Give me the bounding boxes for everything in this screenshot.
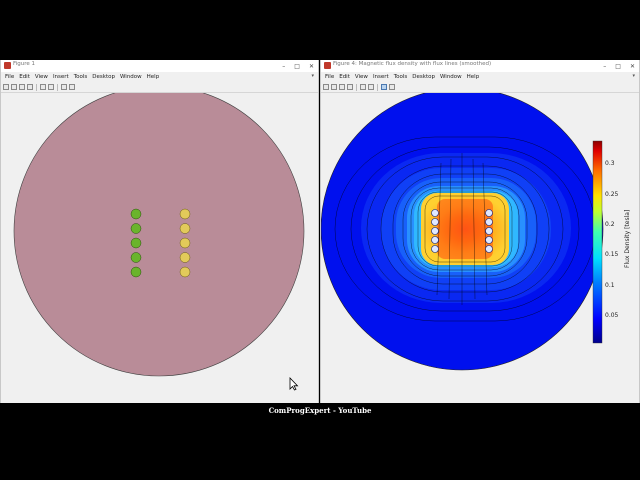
right-conductor [179,223,191,234]
coil-conductor [431,236,439,244]
maximize-button[interactable]: □ [615,63,621,70]
menu-file[interactable]: File [323,72,337,82]
menu-view[interactable]: View [353,72,371,82]
menu-edit[interactable]: Edit [17,72,33,82]
insert-colorbar-icon[interactable] [368,84,374,90]
menu-tools[interactable]: Tools [392,72,411,82]
colorbar-tick-label: 0.1 [605,282,615,289]
minimize-button[interactable]: – [282,63,285,70]
figure-4-window: Figure 4: Magnetic flux density with flu… [320,60,640,403]
figure-4-menubar: File Edit View Insert Tools Desktop Wind… [321,72,639,82]
flux-density-plot [321,93,603,370]
video-caption: ComProgExpert - YouTube [268,406,372,415]
coil-conductor [431,245,439,253]
maximize-button[interactable]: □ [294,63,300,70]
right-conductor [179,237,191,249]
new-figure-icon[interactable] [3,84,9,90]
right-conductor [179,252,191,263]
left-conductor [130,266,142,278]
coil-conductor [485,209,493,217]
menu-edit[interactable]: Edit [337,72,353,82]
coil-conductor [431,227,439,235]
field-band [437,199,493,259]
colorbar: 0.3 0.25 0.2 0.15 0.1 0.05 Flux Density … [592,140,631,344]
menu-window[interactable]: Window [118,72,145,82]
left-conductor [130,208,142,220]
toolbar-divider [356,83,357,91]
figure-4-toolbar [321,82,639,93]
minimize-button[interactable]: – [603,63,606,70]
colorbar-tick-label: 0.3 [605,160,615,167]
link-plot-icon[interactable] [360,84,366,90]
toolbar-divider [36,83,37,91]
right-conductor [179,208,191,220]
figure-1-menubar: File Edit View Insert Tools Desktop Wind… [1,72,318,82]
toolbar-divider [57,83,58,91]
menu-tools[interactable]: Tools [72,72,91,82]
right-conductor [179,266,191,278]
colorbar-tick-label: 0.15 [605,251,619,258]
figure-4-axes[interactable]: 0.3 0.25 0.2 0.15 0.1 0.05 Flux Density … [321,93,639,403]
figure-1-title: Figure 1 [13,61,36,67]
property-inspector-icon[interactable] [69,84,75,90]
menu-help[interactable]: Help [145,72,163,82]
open-file-icon[interactable] [11,84,17,90]
colorbar-tick-label: 0.05 [605,312,619,319]
matlab-icon [324,62,331,69]
coil-conductor [485,245,493,253]
left-conductor [130,237,142,249]
coil-conductor [485,236,493,244]
figure-1-window: Figure 1 – □ ✕ File Edit View Insert Too… [0,60,319,403]
coil-conductor [485,218,493,226]
menu-desktop[interactable]: Desktop [410,72,438,82]
print-icon[interactable] [27,84,33,90]
menu-insert[interactable]: Insert [51,72,72,82]
coil-conductor [431,218,439,226]
left-conductor [130,252,142,263]
save-icon[interactable] [339,84,345,90]
menu-window[interactable]: Window [438,72,465,82]
colorbar-tick-label: 0.2 [605,221,615,228]
new-figure-icon[interactable] [323,84,329,90]
insert-legend-icon[interactable] [61,84,67,90]
close-button[interactable]: ✕ [309,63,314,70]
figure-1-axes[interactable] [1,93,318,403]
property-inspector-icon[interactable] [389,84,395,90]
toolbar-divider [377,83,378,91]
menu-expand-icon[interactable]: ▾ [311,73,314,79]
menu-file[interactable]: File [3,72,17,82]
menu-help[interactable]: Help [465,72,483,82]
left-conductor [130,223,142,234]
menu-desktop[interactable]: Desktop [90,72,118,82]
colorbar-label: Flux Density [tesla] [624,210,631,268]
open-file-icon[interactable] [331,84,337,90]
coil-conductor [485,227,493,235]
figure-4-title: Figure 4: Magnetic flux density with flu… [333,61,492,67]
colorbar-tick-label: 0.25 [605,191,619,198]
insert-legend-icon[interactable] [381,84,387,90]
menu-insert[interactable]: Insert [371,72,392,82]
model-domain-disc [13,93,305,377]
coil-conductor [431,209,439,217]
mouse-cursor-icon [289,376,299,395]
link-plot-icon[interactable] [40,84,46,90]
print-icon[interactable] [347,84,353,90]
insert-colorbar-icon[interactable] [48,84,54,90]
menu-expand-icon[interactable]: ▾ [632,73,635,79]
save-icon[interactable] [19,84,25,90]
colorbar-scale [592,140,603,344]
figure-1-toolbar [1,82,318,93]
matlab-icon [4,62,11,69]
close-button[interactable]: ✕ [630,63,635,70]
menu-view[interactable]: View [33,72,51,82]
